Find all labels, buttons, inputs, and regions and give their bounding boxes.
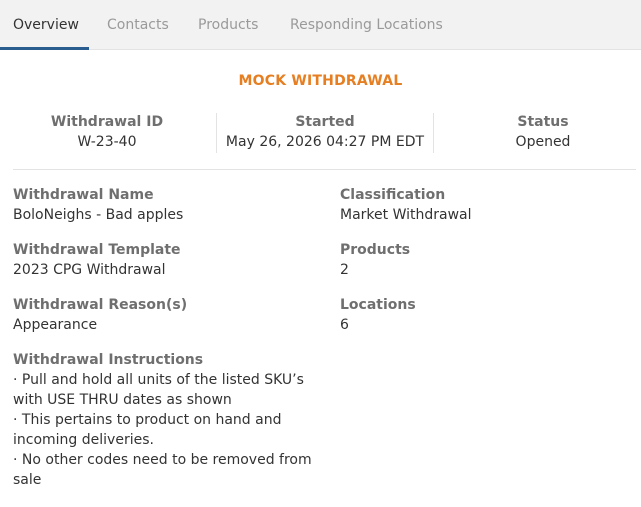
- field-value: BoloNeighs - Bad apples: [13, 207, 184, 223]
- instruction-line: sale: [13, 472, 42, 488]
- field-label: Classification: [340, 187, 446, 203]
- field-withdrawal-template: Withdrawal Template 2023 CPG Withdrawal: [13, 240, 313, 280]
- field-value: 2023 CPG Withdrawal: [13, 262, 166, 278]
- active-tab-indicator: [0, 47, 89, 50]
- instruction-line: · Pull and hold all units of the listed …: [13, 372, 304, 388]
- tab-overview[interactable]: Overview: [13, 0, 79, 50]
- section-divider: [13, 169, 636, 170]
- tab-bar: Overview Contacts Products Responding Lo…: [0, 0, 641, 50]
- field-products: Products 2: [340, 240, 640, 280]
- summary-withdrawal-id: Withdrawal ID W-23-40: [0, 112, 214, 154]
- summary-status: Status Opened: [434, 112, 641, 154]
- instruction-line: · No other codes need to be removed from: [13, 452, 312, 468]
- summary-divider: [433, 113, 434, 153]
- instruction-line: with USE THRU dates as shown: [13, 392, 232, 408]
- summary-value: May 26, 2026 04:27 PM EDT: [225, 134, 425, 150]
- field-value: Market Withdrawal: [340, 207, 472, 223]
- summary-value: W-23-40: [77, 134, 137, 150]
- summary-divider: [216, 113, 217, 153]
- field-label: Locations: [340, 297, 416, 313]
- field-label: Withdrawal Name: [13, 187, 154, 203]
- field-withdrawal-instructions: Withdrawal Instructions · Pull and hold …: [13, 350, 333, 490]
- tab-responding-locations[interactable]: Responding Locations: [290, 0, 443, 50]
- summary-label: Started: [295, 114, 355, 130]
- field-withdrawal-reasons: Withdrawal Reason(s) Appearance: [13, 295, 313, 335]
- summary-label: Withdrawal ID: [50, 114, 164, 130]
- field-value: 6: [340, 317, 349, 333]
- field-locations: Locations 6: [340, 295, 640, 335]
- instruction-line: · This pertains to product on hand and: [13, 412, 282, 428]
- field-label: Withdrawal Template: [13, 242, 181, 258]
- field-value: 2: [340, 262, 349, 278]
- summary-value: Opened: [515, 134, 571, 150]
- summary-row: Withdrawal ID W-23-40 Started May 26, 20…: [0, 112, 641, 157]
- mock-withdrawal-banner: MOCK WITHDRAWAL: [238, 73, 403, 89]
- field-value: Appearance: [13, 317, 98, 333]
- summary-label: Status: [517, 114, 569, 130]
- field-classification: Classification Market Withdrawal: [340, 185, 640, 225]
- summary-started: Started May 26, 2026 04:27 PM EDT: [216, 112, 434, 154]
- tab-contacts[interactable]: Contacts: [107, 0, 169, 50]
- field-label: Withdrawal Reason(s): [13, 297, 188, 313]
- tab-products[interactable]: Products: [198, 0, 258, 50]
- instruction-line: incoming deliveries.: [13, 432, 154, 448]
- field-withdrawal-name: Withdrawal Name BoloNeighs - Bad apples: [13, 185, 313, 225]
- field-label: Products: [340, 242, 411, 258]
- field-label: Withdrawal Instructions: [13, 352, 204, 368]
